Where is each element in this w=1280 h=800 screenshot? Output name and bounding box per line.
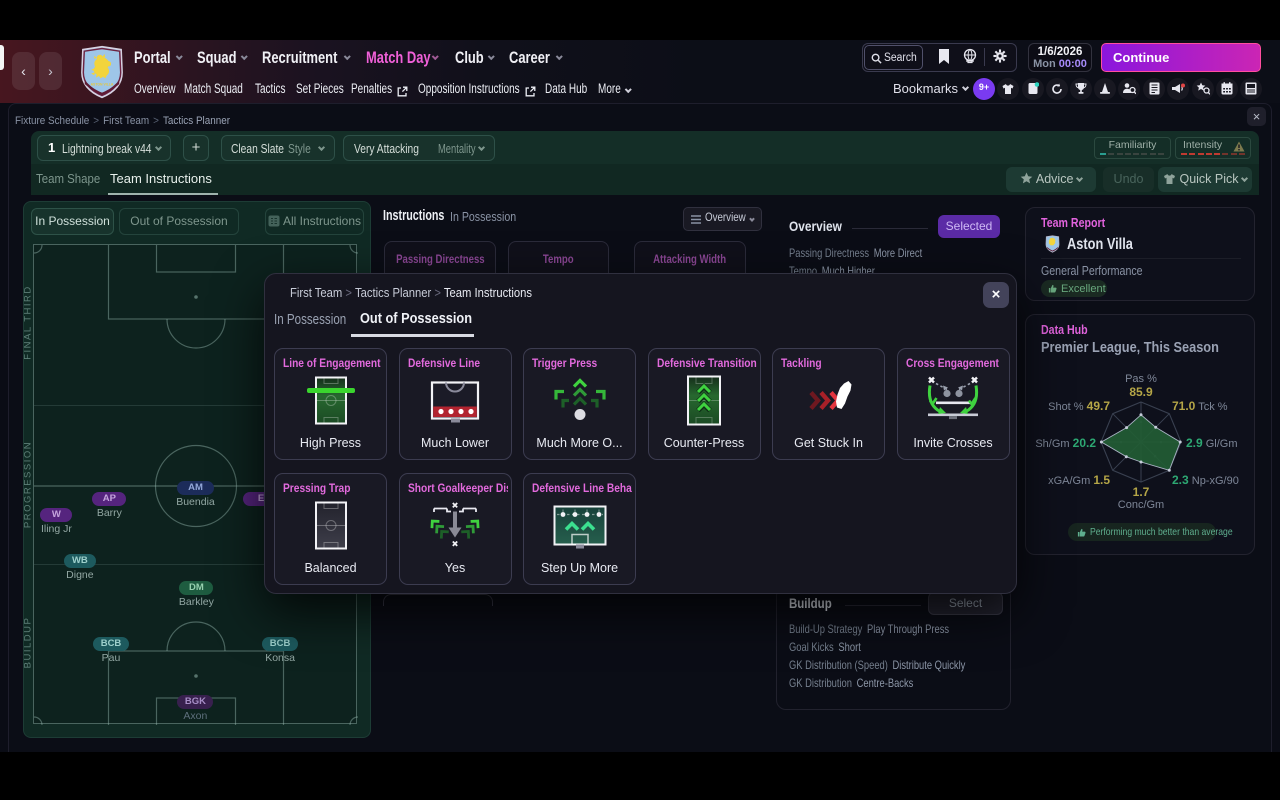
svg-text:ASTON VILLA: ASTON VILLA: [91, 82, 114, 86]
